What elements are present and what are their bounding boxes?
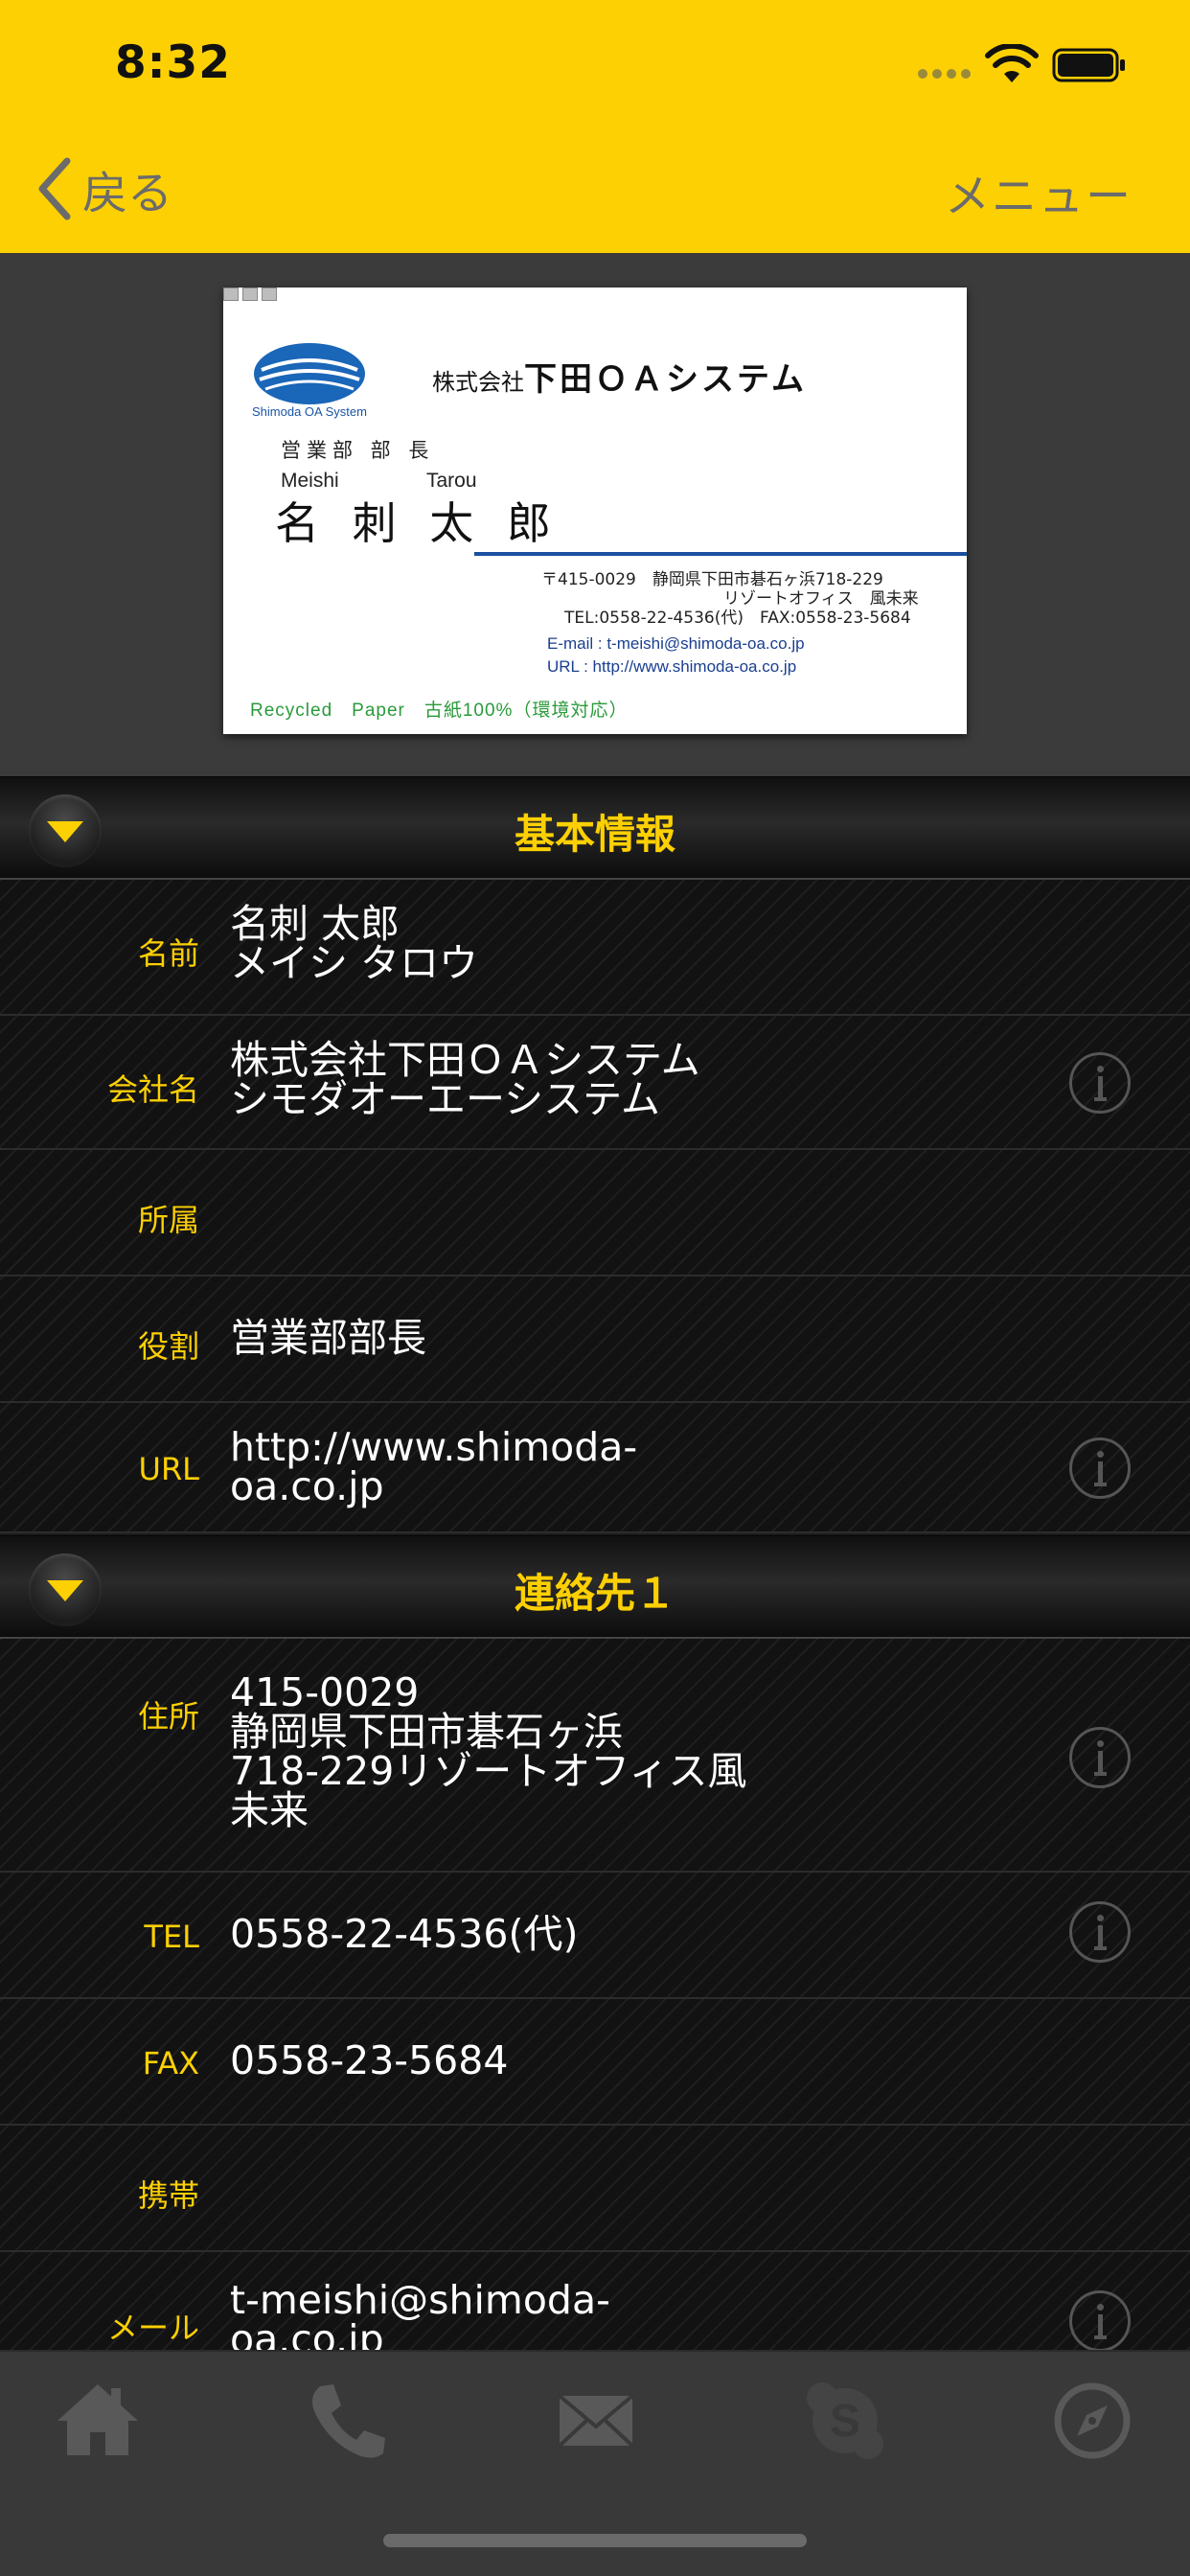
value-line: メイシ タロウ [230, 940, 479, 986]
row-value: 名刺 太郎 メイシ タロウ [230, 905, 478, 983]
row-company[interactable]: 会社名 株式会社下田ＯＡシステム シモダオーエーシステム [0, 1016, 1190, 1150]
value-line: 株式会社下田ＯＡシステム [230, 1037, 700, 1083]
basic-info-list: 名前 名刺 太郎 メイシ タロウ 会社名 株式会社下田ＯＡシステム シモダオーエ… [0, 880, 1190, 1533]
wifi-icon [985, 44, 1039, 82]
row-label: メール [106, 2310, 199, 2346]
value-line: 未来 [230, 1787, 309, 1833]
mail-icon [558, 2394, 634, 2448]
row-role[interactable]: 役割 営業部部長 [0, 1276, 1190, 1403]
row-affiliation[interactable]: 所属 [0, 1150, 1190, 1276]
card-company-prefix: 株式会社 [432, 369, 524, 396]
card-person-name: 名 刺 太 郎 [275, 497, 561, 549]
row-mobile[interactable]: 携帯 [0, 2126, 1190, 2252]
home-indicator [383, 2534, 807, 2547]
card-divider [474, 552, 967, 556]
tab-home[interactable] [50, 2373, 146, 2469]
row-value: 0558-23-5684 [230, 2041, 508, 2081]
svg-text:S: S [830, 2396, 860, 2447]
info-icon[interactable] [1069, 1052, 1131, 1114]
row-value: t-meishi@shimoda- oa.co.jp [230, 2277, 610, 2351]
card-department: 営業部 部 長 [281, 439, 435, 462]
tab-skype[interactable]: S [797, 2373, 893, 2469]
home-icon [57, 2384, 138, 2455]
card-recycled-note: Recycled Paper 古紙100%（環境対応） [250, 701, 629, 721]
phone-icon [312, 2384, 385, 2458]
value-line: t-meishi@shimoda- [230, 2277, 610, 2323]
info-icon[interactable] [1069, 1901, 1131, 1963]
row-value: 株式会社下田ＯＡシステム シモダオーエーシステム [230, 1041, 700, 1119]
row-address[interactable]: 住所 415-0029 静岡県下田市碁石ヶ浜 718-229リゾートオフィス風 … [0, 1639, 1190, 1873]
row-value: 415-0029 静岡県下田市碁石ヶ浜 718-229リゾートオフィス風 未来 [230, 1673, 747, 1830]
compass-icon [1054, 2382, 1131, 2459]
row-value: http://www.shimoda- oa.co.jp [230, 1428, 637, 1506]
value-line: 0558-23-5684 [230, 2037, 509, 2083]
section-header-contact-1[interactable]: 連絡先１ [0, 1535, 1190, 1639]
business-card-image[interactable]: Shimoda OA System 株式会社下田ＯＡシステム 営業部 部 長 M… [223, 288, 967, 734]
value-line: http://www.shimoda- [230, 1424, 638, 1470]
back-label: 戻る [82, 167, 172, 220]
value-line: 名刺 太郎 [230, 901, 400, 947]
company-logo-icon [254, 343, 365, 404]
value-line: 0558-22-4536(代) [230, 1911, 579, 1957]
row-url[interactable]: URL http://www.shimoda- oa.co.jp [0, 1403, 1190, 1533]
row-label: TEL [144, 1919, 199, 1955]
card-email: E-mail : t-meishi@shimoda-oa.co.jp [547, 634, 805, 653]
battery-icon [1052, 48, 1125, 82]
back-button[interactable]: 戻る [34, 155, 172, 222]
value-line: 718-229リゾートオフィス風 [230, 1748, 747, 1794]
tab-mail[interactable] [548, 2373, 644, 2469]
value-line: oa.co.jp [230, 2316, 384, 2351]
row-label: 住所 [137, 1698, 199, 1735]
skype-icon: S [807, 2382, 883, 2459]
row-label: URL [138, 1451, 199, 1487]
section-title: 連絡先１ [514, 1570, 675, 1617]
row-tel[interactable]: TEL 0558-22-4536(代) [0, 1873, 1190, 1999]
value-line: 415-0029 [230, 1669, 420, 1715]
status-time: 8:32 [115, 36, 231, 89]
row-label: 名前 [137, 935, 199, 972]
cellular-signal-icon [918, 69, 971, 79]
value-line: oa.co.jp [230, 1463, 384, 1509]
card-logo-text: Shimoda OA System [252, 404, 367, 419]
row-email[interactable]: メール t-meishi@shimoda- oa.co.jp [0, 2252, 1190, 2350]
card-url: URL : http://www.shimoda-oa.co.jp [547, 657, 797, 676]
row-label: 会社名 [106, 1071, 199, 1108]
section-header-basic-info[interactable]: 基本情報 [0, 776, 1190, 880]
info-icon[interactable] [1069, 1438, 1131, 1499]
card-image-area: Shimoda OA System 株式会社下田ＯＡシステム 営業部 部 長 M… [0, 253, 1190, 776]
navigation-header: 8:32 戻る メニュー [0, 0, 1190, 253]
card-company: 株式会社下田ＯＡシステム [432, 353, 807, 400]
value-line: 静岡県下田市碁石ヶ浜 [230, 1709, 623, 1755]
info-icon[interactable] [1069, 2290, 1131, 2350]
card-corner-marks [223, 288, 277, 301]
row-label: 役割 [137, 1328, 199, 1365]
row-label: FAX [142, 2045, 199, 2082]
tab-phone[interactable] [299, 2373, 395, 2469]
row-fax[interactable]: FAX 0558-23-5684 [0, 1999, 1190, 2126]
section-title: 基本情報 [514, 811, 675, 858]
menu-button[interactable]: メニュー [945, 159, 1133, 225]
card-company-name: 下田ＯＡシステム [524, 360, 807, 399]
row-label: 所属 [137, 1202, 199, 1238]
row-value: 営業部部長 [230, 1319, 426, 1358]
row-value: 0558-22-4536(代) [230, 1915, 578, 1954]
value-line: シモダオーエーシステム [230, 1076, 660, 1122]
card-address-line3: TEL:0558-22-4536(代) FAX:0558-23-5684 [564, 609, 911, 628]
row-label: 携帯 [137, 2177, 199, 2214]
value-line: 営業部部長 [230, 1315, 426, 1361]
info-icon[interactable] [1069, 1727, 1131, 1788]
contact-list: 住所 415-0029 静岡県下田市碁石ヶ浜 718-229リゾートオフィス風 … [0, 1639, 1190, 2350]
tab-compass[interactable] [1044, 2373, 1140, 2469]
chevron-left-icon [38, 157, 71, 220]
row-name[interactable]: 名前 名刺 太郎 メイシ タロウ [0, 880, 1190, 1016]
